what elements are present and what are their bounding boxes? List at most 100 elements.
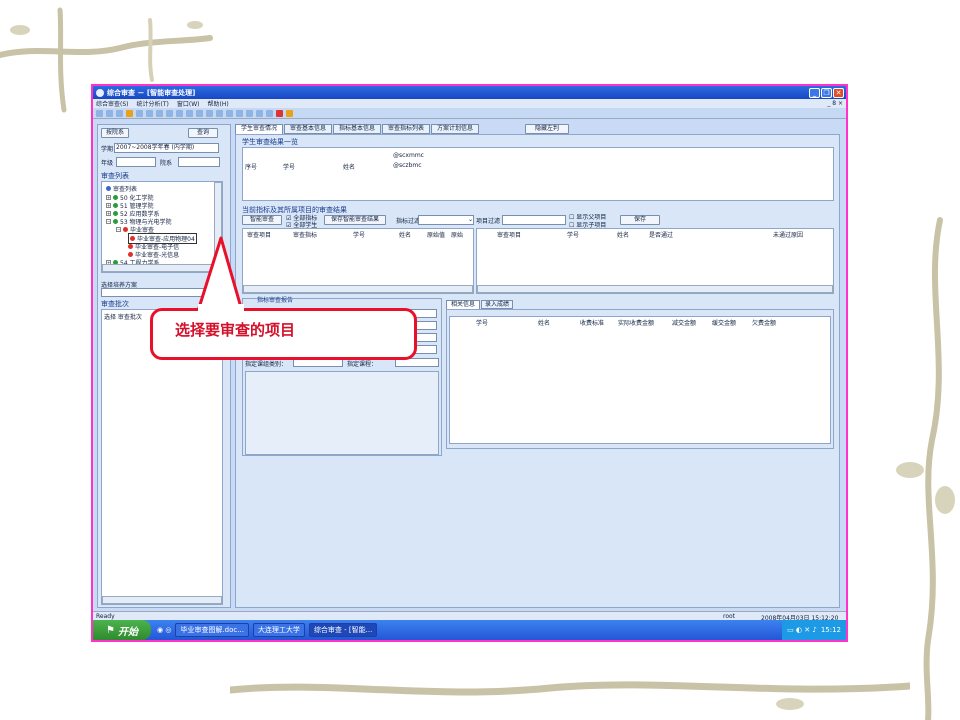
hide-left-button[interactable]: 隐藏左判 — [525, 124, 569, 134]
save-icon[interactable] — [116, 109, 123, 117]
expand-icon[interactable]: + — [106, 195, 111, 200]
indicator-filter-select[interactable]: ⌄ — [418, 215, 474, 225]
batch-title: 审查批次 — [101, 300, 129, 308]
indicator-detail-grid: 审查项目 审查指标 学号 姓名 原始值 原始 — [242, 228, 474, 294]
vine-bottom-decoration — [230, 681, 910, 710]
fee-col-id: 学号 — [476, 320, 489, 327]
settings-icon[interactable] — [266, 109, 273, 117]
export-icon[interactable] — [256, 109, 263, 117]
taskbar-item-word[interactable]: 毕业审查图解.doc... — [175, 623, 249, 637]
cut-icon[interactable] — [146, 109, 153, 117]
status-user: root — [723, 613, 736, 620]
by-department-button[interactable]: 按院系 — [101, 128, 129, 138]
tree-root[interactable]: 审查列表 — [106, 184, 137, 193]
paste-icon[interactable] — [166, 109, 173, 117]
user-icon[interactable] — [286, 109, 293, 117]
slide: 综合审查 － [智能审查处理] _ ❐ ✕ 综合审查(S) 统计分析(T) 窗口… — [0, 0, 960, 720]
department-input[interactable] — [178, 157, 220, 167]
term-select[interactable]: 2007~2008学年春 (内学期) — [114, 143, 219, 153]
start-button[interactable]: ⚑ 开始 — [93, 620, 151, 640]
node-icon — [113, 211, 118, 216]
report-icon[interactable] — [246, 109, 253, 117]
minimize-button[interactable]: _ — [809, 87, 820, 98]
query-button[interactable]: 查询 — [188, 128, 218, 138]
menu-item-audit[interactable]: 综合审查(S) — [96, 99, 129, 108]
grid-icon[interactable] — [206, 109, 213, 117]
tab-indicator-list[interactable]: 审查指标列表 — [382, 124, 430, 134]
grade-input[interactable] — [116, 157, 156, 167]
project-filter-input[interactable] — [502, 215, 566, 225]
collapse-icon[interactable]: − — [116, 227, 121, 232]
detail-col-name: 姓名 — [399, 232, 412, 239]
node-icon — [113, 219, 118, 224]
status-ready: Ready — [96, 613, 115, 620]
mdi-controls[interactable]: _ 8 × — [827, 100, 843, 107]
report-group-title: 指标审查报告 — [257, 297, 294, 304]
restore-button[interactable]: ❐ — [821, 87, 832, 98]
close-button[interactable]: ✕ — [833, 87, 844, 98]
check-icon — [130, 236, 135, 241]
detail-col-id: 学号 — [353, 232, 366, 239]
expand-icon[interactable]: + — [106, 203, 111, 208]
folder-icon[interactable] — [126, 109, 133, 117]
menu-item-window[interactable]: 窗口(W) — [177, 99, 200, 108]
fee-col-reduced: 减交金额 — [672, 320, 697, 327]
save-smart-audit-button[interactable]: 保存智能审查结果 — [324, 215, 386, 225]
grade-label: 年级 — [101, 160, 114, 167]
results-title: 学生审查结果一览 — [242, 138, 298, 146]
batch-list-header: 选择 审查批次 — [104, 314, 142, 321]
detail-col-raw2: 原始 — [451, 232, 464, 239]
copy-icon[interactable] — [156, 109, 163, 117]
menu-item-stats[interactable]: 统计分析(T) — [137, 99, 169, 108]
tab-enter-scores[interactable]: 录入成绩 — [481, 300, 513, 309]
department-label: 院系 — [160, 160, 173, 167]
tab-audit-info[interactable]: 审查基本信息 — [284, 124, 332, 134]
taskbar-item-browser[interactable]: 大连理工大学 — [252, 623, 305, 637]
fee-grid: 学号 姓名 收费标准 实际收费金额 减交金额 缓交金额 欠费金额 — [449, 316, 831, 444]
menu-item-help[interactable]: 帮助(H) — [207, 99, 228, 108]
indicator-filter-label: 指标过滤 — [396, 218, 421, 225]
tab-plan-info[interactable]: 方案计划信息 — [431, 124, 479, 134]
chevron-down-icon[interactable]: ⌄ — [468, 216, 473, 224]
redo-icon[interactable] — [186, 109, 193, 117]
tab-student-audit[interactable]: 学生审查情况 — [235, 124, 283, 134]
detail-horizontal-scrollbar[interactable] — [243, 285, 473, 293]
detail-col-indicator: 审查指标 — [293, 232, 318, 239]
open-icon[interactable] — [106, 109, 113, 117]
undo-icon[interactable] — [176, 109, 183, 117]
result-horizontal-scrollbar[interactable] — [477, 285, 833, 293]
report-text-area[interactable] — [245, 371, 439, 455]
tab-indicator-info[interactable]: 指标基本信息 — [333, 124, 381, 134]
quicklaunch-icons[interactable]: ◉ ◎ — [157, 626, 171, 634]
menu-bar: 综合审查(S) 统计分析(T) 窗口(W) 帮助(H) _ 8 × — [93, 99, 846, 108]
result-col-reason: 未通过原因 — [773, 232, 804, 239]
title-bar: 综合审查 － [智能审查处理] _ ❐ ✕ — [93, 86, 846, 99]
taskbar-item-audit-app[interactable]: 综合审查 - [智能... — [308, 623, 378, 637]
term-label: 学期 — [101, 146, 114, 153]
find-icon[interactable] — [196, 109, 203, 117]
chart-icon[interactable] — [236, 109, 243, 117]
tab-related-info[interactable]: 相关信息 — [446, 300, 480, 309]
collapse-icon[interactable]: − — [106, 219, 111, 224]
refresh-icon[interactable] — [226, 109, 233, 117]
app-icon — [96, 88, 104, 97]
audit-icon — [128, 244, 133, 249]
result-col-name: 姓名 — [617, 232, 630, 239]
results-grid: 序号 学号 姓名 @scxmmc @sczbmc — [242, 147, 834, 201]
result-col-project: 审查项目 — [497, 232, 522, 239]
tray-icons[interactable]: ▭ ◐ ✕ ♪ — [787, 626, 817, 634]
smart-audit-button[interactable]: 智能审查 — [242, 215, 282, 225]
toolbar — [93, 108, 846, 119]
exit-icon[interactable] — [276, 109, 283, 117]
batch-horizontal-scrollbar[interactable] — [102, 596, 222, 604]
fee-col-standard: 收费标准 — [580, 320, 605, 327]
filter-icon[interactable] — [216, 109, 223, 117]
audit-icon — [128, 252, 133, 257]
vine-right-decoration — [896, 217, 955, 720]
print-icon[interactable] — [136, 109, 143, 117]
expand-icon[interactable]: + — [106, 211, 111, 216]
new-icon[interactable] — [96, 109, 103, 117]
tray-clock: 15:12 — [820, 626, 841, 634]
save-button[interactable]: 保存 — [620, 215, 660, 225]
right-pane: 学生审查情况 审查基本信息 指标基本信息 审查指标列表 方案计划信息 隐藏左判 … — [235, 124, 842, 608]
